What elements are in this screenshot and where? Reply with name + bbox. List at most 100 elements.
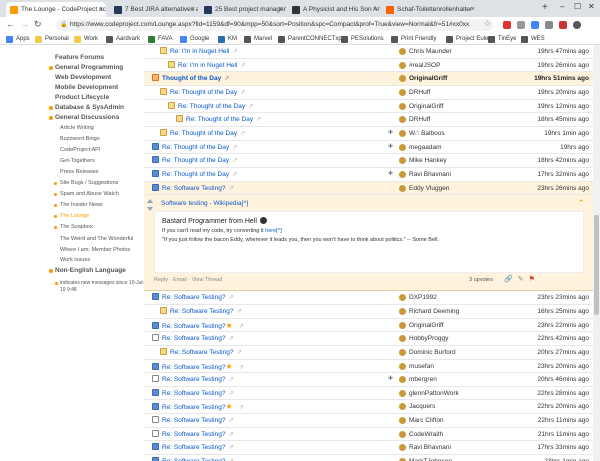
bookmark-item[interactable]: KM — [218, 34, 237, 44]
close-window-button[interactable]: ✕ — [588, 2, 595, 11]
sidebar-item[interactable]: Web Development — [45, 73, 145, 83]
message-row[interactable]: Re: Thought of the Day ⇗ Mike Hankey 18hrs … — [144, 154, 593, 168]
message-row[interactable]: Re: Software Testing? ⇗ glennPattonWork 22h… — [144, 387, 593, 401]
extension-icon[interactable] — [559, 21, 567, 29]
message-subject[interactable]: Re: Software Testing?⇗ — [152, 455, 234, 461]
message-row[interactable]: Re: Software Testing? ⇗ HobbyProggy 22hrs 4… — [144, 332, 593, 346]
sidebar-item[interactable]: CodeProject API — [45, 145, 145, 156]
message-row[interactable]: Re: Software Testing?★ ⇗ musefan 23hrs 20mi… — [144, 360, 593, 374]
message-subject[interactable]: Re: Software Testing?⇗ — [152, 182, 234, 195]
message-author[interactable]: OriginalGriff — [399, 72, 447, 85]
message-actions[interactable]: Reply · Email · View Thread — [154, 277, 222, 283]
sidebar-item[interactable]: Feature Forums — [45, 53, 145, 63]
sidebar-item[interactable]: The Soapbox — [45, 222, 145, 233]
message-row[interactable]: Re: Software Testing?★ ⇗ Jacquers 22hrs 20m… — [144, 400, 593, 415]
bookmark-item[interactable]: FAVA — [148, 34, 172, 44]
message-row[interactable]: Re: I'm in Nuget Hell ⇗ Chris Maunder 19hrs… — [144, 45, 593, 59]
edit-icon[interactable]: ✎ — [518, 276, 524, 283]
bookmark-item[interactable]: PESolutions — [341, 34, 384, 44]
bookmark-item[interactable]: Apps — [6, 34, 30, 44]
message-subject[interactable]: Re: Thought of the Day ⇗ — [168, 100, 254, 113]
message-row[interactable]: Re: I'm in Nuget Hell ⇗ #realJSOP 19hrs 26m… — [144, 59, 593, 73]
maximize-button[interactable]: ☐ — [574, 2, 581, 11]
message-row[interactable]: Re: Software Testing? ⇗ Marc Clifton 22hrs … — [144, 414, 593, 428]
message-subject[interactable]: Re: Software Testing?⇗ — [152, 291, 234, 304]
sidebar-item[interactable]: Buzzword Bingo — [45, 134, 145, 145]
message-author[interactable]: CodeWraith — [399, 428, 443, 441]
message-author[interactable]: Mike Hankey — [399, 154, 447, 167]
message-subject[interactable]: Re: Software Testing?⇗ — [152, 414, 234, 427]
message-row[interactable]: Re: Thought of the Day ⇗ ✚ W∴ Balboos 19hrs … — [144, 127, 593, 141]
bookmark-item[interactable]: Personal — [35, 34, 69, 44]
signature-link[interactable]: here[^] — [265, 228, 282, 234]
downvote-icon[interactable] — [147, 207, 153, 212]
link-icon[interactable]: 🔗 — [504, 276, 513, 283]
message-subject[interactable]: Re: Thought of the Day ⇗ — [152, 154, 238, 167]
sidebar-item[interactable]: Database & SysAdmin — [45, 103, 145, 113]
message-subject[interactable]: Re: Software Testing?★ ⇗ — [152, 400, 244, 414]
message-subject[interactable]: Re: I'm in Nuget Hell ⇗ — [160, 45, 238, 58]
sidebar-item[interactable]: The Weird and The Wonderful — [45, 233, 145, 244]
collapse-caret-icon[interactable]: ⌃ — [577, 198, 585, 209]
reload-icon[interactable]: ↻ — [34, 19, 42, 30]
message-row[interactable]: Re: Software Testing? ⇗ CodeWraith 21hrs 11… — [144, 428, 593, 442]
back-icon[interactable]: ← — [6, 19, 15, 29]
message-subject[interactable]: Re: Software Testing?⇗ — [160, 305, 242, 318]
message-row[interactable]: Re: Software Testing?⇗ MarkTJohnson 23hrs … — [144, 455, 593, 461]
message-author[interactable]: Ravi Bhavnani — [399, 441, 451, 454]
scrollbar-thumb[interactable] — [594, 215, 599, 315]
message-author[interactable]: glennPattonWork — [399, 387, 459, 400]
upvote-icon[interactable] — [147, 199, 153, 204]
message-subject[interactable]: Thought of the Day ⇗ — [152, 72, 230, 85]
message-author[interactable]: #realJSOP — [399, 59, 440, 72]
message-author[interactable]: Eddy Vluggen — [399, 182, 449, 195]
bookmark-item[interactable]: Google — [180, 34, 209, 44]
sidebar-item[interactable]: Site Bugs / Suggestions — [45, 178, 145, 189]
message-row[interactable]: Re: Thought of the Day ⇗ ✚ Ravi Bhavnani 17h… — [144, 168, 593, 182]
sidebar-item[interactable]: Get-Togethers — [45, 156, 145, 167]
bookmark-item[interactable]: Print Friendly — [391, 34, 436, 44]
message-author[interactable]: mbergren — [399, 373, 437, 386]
tab-close-icon[interactable]: × — [471, 2, 475, 17]
flag-icon[interactable]: ⚑ — [529, 276, 535, 283]
message-row[interactable]: Re: Thought of the Day ⇗ DRHuff 18hrs 45min… — [144, 113, 593, 127]
new-tab-button[interactable]: + — [542, 2, 548, 13]
message-author[interactable]: OriginalGriff — [399, 319, 444, 332]
browser-tab[interactable]: 25 Best project manageme × — [200, 2, 286, 17]
message-subject[interactable]: Re: Software Testing?★ ⇗ — [152, 360, 244, 374]
browser-tab[interactable]: A Physicist and His Son An × — [288, 2, 380, 17]
browser-tab[interactable]: Schaf-Toilettenrollenhalter × — [382, 2, 478, 17]
message-subject[interactable]: Re: Thought of the Day ⇗ — [152, 168, 238, 181]
bookmark-star-icon[interactable]: ☆ — [484, 19, 491, 28]
message-row[interactable]: Re: Thought of the Day ⇗ OriginalGriff 19hr… — [144, 100, 593, 114]
forward-icon[interactable]: → — [20, 19, 29, 29]
page-scrollbar[interactable] — [593, 45, 600, 461]
sidebar-item[interactable]: Non-English Language — [45, 266, 145, 276]
bookmark-item[interactable]: WES — [521, 34, 545, 44]
sidebar-item[interactable]: Work Issues — [45, 255, 145, 266]
message-row[interactable]: Re: Software Testing? ⇗ ✚ mbergren 20hrs 46m… — [144, 373, 593, 387]
message-subject[interactable]: Re: Thought of the Day ⇗ — [152, 141, 238, 154]
message-author[interactable]: HobbyProggy — [399, 332, 448, 345]
sidebar-item[interactable]: The Lounge — [45, 211, 145, 222]
message-row[interactable]: Thought of the Day ⇗ OriginalGriff 19hrs 51… — [144, 72, 593, 86]
message-author[interactable]: DXP1992 — [399, 291, 437, 304]
message-row[interactable]: Re: Software Testing?★ ⇗ OriginalGriff 23hr… — [144, 319, 593, 333]
message-subject[interactable]: Re: Thought of the Day ⇗ — [176, 113, 262, 126]
extension-icon[interactable] — [545, 21, 553, 29]
sidebar-item[interactable]: Where I am: Member Photos — [45, 244, 145, 255]
message-author[interactable]: DRHuff — [399, 113, 430, 126]
message-author[interactable]: Ravi Bhavnani — [399, 168, 451, 181]
message-row[interactable]: Re: Software Testing? ⇗ Ravi Bhavnani 17hrs… — [144, 441, 593, 456]
message-author[interactable]: musefan — [399, 360, 434, 373]
message-author[interactable]: OriginalGriff — [399, 100, 444, 113]
extension-icon[interactable] — [573, 21, 581, 29]
message-row[interactable]: Re: Software Testing? ⇗ Richard Deeming 16h… — [144, 305, 593, 319]
message-subject[interactable]: Re: Software Testing?⇗ — [152, 387, 234, 400]
tab-close-icon[interactable]: × — [373, 2, 377, 17]
sidebar-item[interactable]: Spam and Abuse Watch — [45, 189, 145, 200]
tab-close-icon[interactable]: × — [191, 2, 195, 17]
message-author[interactable]: megaadam — [399, 141, 442, 154]
sidebar-item[interactable]: General Programming — [45, 63, 145, 73]
browser-tab[interactable]: The Lounge - CodeProject ac × — [6, 2, 106, 17]
